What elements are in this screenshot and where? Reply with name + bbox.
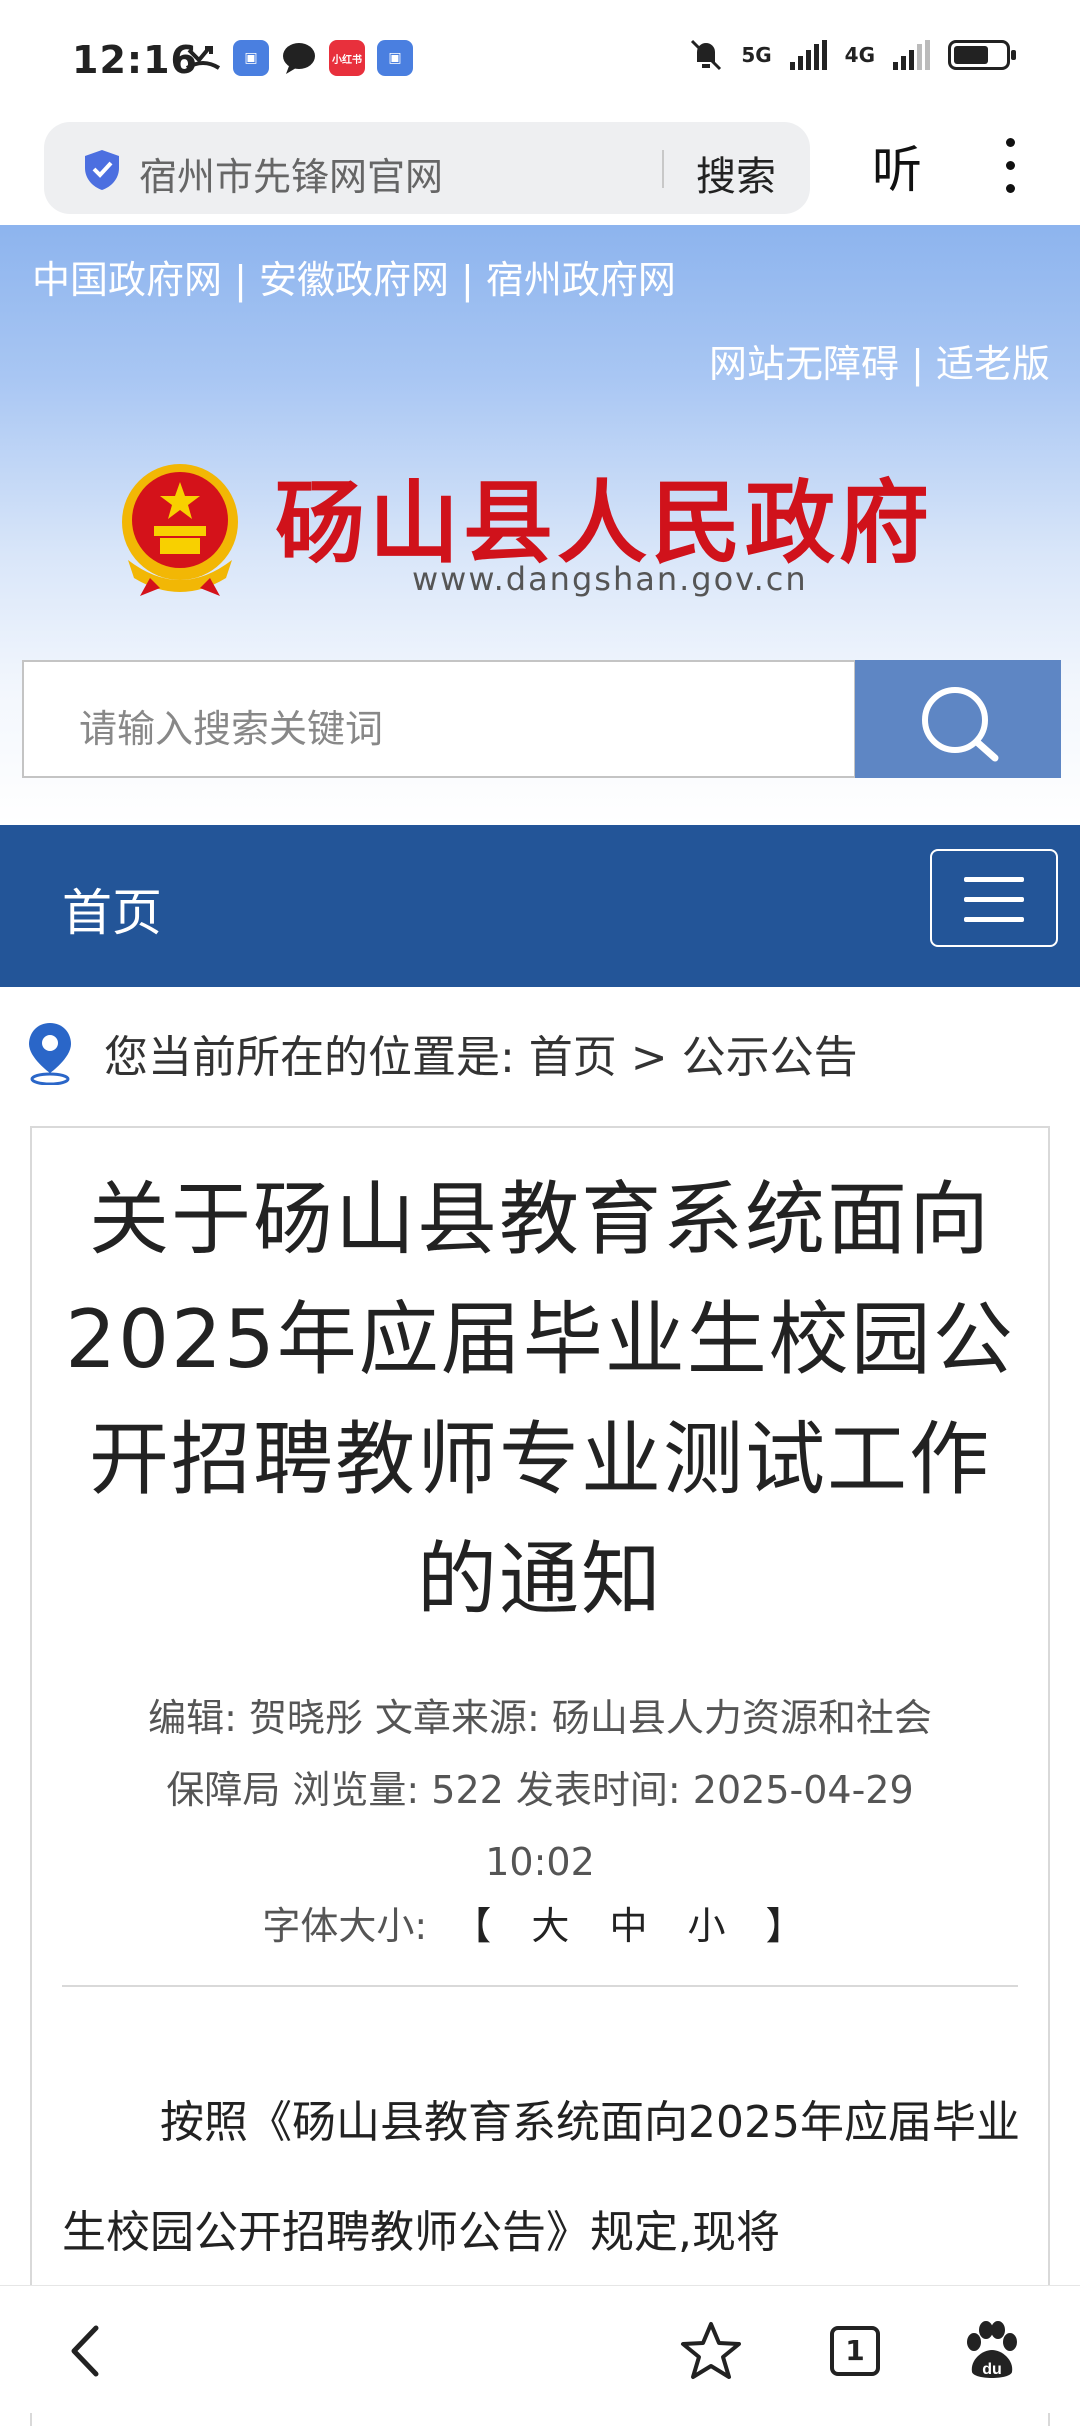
article-title: 关于砀山县教育系统面向2025年应届毕业生校园公开招聘教师专业测试工作的通知 [65,1173,1015,1626]
article-meta-line1: 编辑: 贺晓彤 文章来源: 砀山县人力资源和社会 [148,1696,932,1740]
browser-bottom-bar: 1 du [0,2285,1080,2413]
tabs-button[interactable]: 1 [820,2316,890,2386]
search-placeholder: 请输入搜索关键词 [79,707,384,751]
address-field[interactable]: 宿州市先锋网官网 搜索 [44,122,810,214]
address-search-button[interactable]: 搜索 [696,144,776,202]
site-search-input[interactable]: 请输入搜索关键词 [22,660,856,778]
national-emblem-icon [122,464,238,596]
search-icon [922,687,999,762]
status-bar: 12:16 ▣ 小红书 ▣ 5G 4G [0,0,1080,120]
app-notification-icon-2: ▣ [377,40,413,76]
svg-text:du: du [982,2361,1002,2378]
signal-4g-icon [893,40,930,70]
signal-5g-icon [789,40,827,70]
system-indicators: 5G 4G [689,38,1016,72]
address-text: 宿州市先锋网官网 [139,155,444,199]
main-nav: 首页 [0,825,1080,987]
location-pin-icon [29,1023,71,1085]
listen-button[interactable]: 听 [872,130,922,202]
article-paragraph: 按照《砀山县教育系统面向2025年应届毕业生校园公开招聘教师公告》规定,现将 [62,2097,1020,2258]
baidu-paw-icon[interactable]: du [956,2316,1026,2386]
network-5g-label: 5G [741,43,772,67]
breadcrumb: 您当前所在的位置是: 首页 > 公示公告 [24,1018,858,1088]
font-size-bracket-close: 】 [765,1904,804,1948]
notification-icons: ▣ 小红书 ▣ [185,40,413,76]
network-4g-label: 4G [844,43,875,67]
font-size-medium[interactable]: 中 [609,1904,647,1948]
status-time: 12:16 [72,38,198,82]
font-size-large[interactable]: 大 [531,1904,569,1948]
shield-icon [85,150,119,190]
font-size-bracket-open: 【 [453,1904,492,1948]
more-options-icon[interactable] [1000,138,1020,198]
message-icon [283,43,315,74]
nav-home-link[interactable]: 首页 [62,873,162,945]
missed-call-icon [185,46,221,70]
article-divider [62,1985,1018,1987]
back-icon[interactable] [52,2316,122,2386]
battery-icon [948,40,1016,70]
tab-count: 1 [830,2326,880,2376]
breadcrumb-text[interactable]: 您当前所在的位置是: 首页 > 公示公告 [104,1021,858,1085]
site-header: 中国政府网 | 安徽政府网 | 宿州政府网 网站无障碍 | 适老版 砀山县人民政… [0,225,1080,825]
font-size-small[interactable]: 小 [688,1904,726,1948]
accessibility-links[interactable]: 网站无障碍 | 适老版 [709,333,1050,388]
address-divider [662,150,664,188]
article-meta-line2: 保障局 浏览量: 522 发表时间: 2025-04-29 [166,1768,914,1812]
site-url: www.dangshan.gov.cn [412,560,808,598]
menu-button[interactable] [930,849,1058,947]
bookmark-star-icon[interactable] [676,2316,746,2386]
font-size-label: 字体大小: [262,1904,428,1948]
app-notification-icon: ▣ [233,40,269,76]
xiaohongshu-icon: 小红书 [329,40,365,76]
gov-links[interactable]: 中国政府网 | 安徽政府网 | 宿州政府网 [32,249,676,304]
article-meta-line3: 10:02 [485,1840,595,1884]
mute-icon [691,39,722,71]
font-size-control: 字体大小: 【 大 中 小 】 [62,1895,1018,1950]
site-search-button[interactable] [855,660,1061,778]
